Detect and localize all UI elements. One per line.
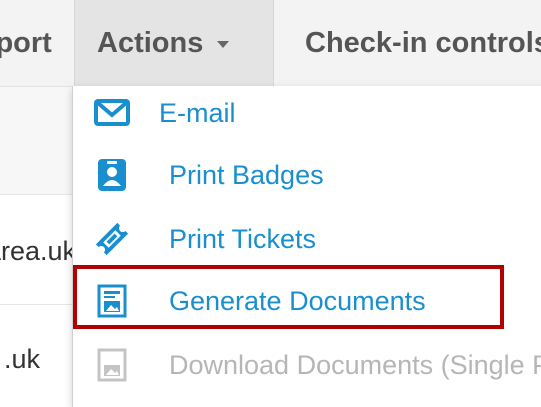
menu-item-label: Generate Documents bbox=[169, 285, 426, 316]
menu-item-generate-documents[interactable]: Generate Documents bbox=[73, 274, 541, 328]
envelope-icon bbox=[93, 94, 131, 132]
menu-item-download-documents: Download Documents (Single PDF) bbox=[73, 338, 541, 392]
checkin-label: Check-in controls bbox=[305, 26, 541, 59]
checkin-controls-menu[interactable]: Check-in controls bbox=[305, 0, 541, 86]
menu-item-label: Print Tickets bbox=[169, 223, 317, 254]
caret-down-icon bbox=[217, 41, 230, 48]
export-label: Export bbox=[0, 26, 52, 59]
app-root: area.uk .uk Export Actions Check-in cont… bbox=[0, 0, 541, 407]
menu-item-print-tickets[interactable]: Print Tickets bbox=[73, 212, 541, 266]
badge-icon bbox=[93, 156, 131, 194]
attendee-email: area.uk bbox=[0, 236, 77, 266]
actions-label: Actions bbox=[97, 26, 204, 59]
actions-menu-button[interactable]: Actions bbox=[74, 0, 274, 86]
menu-item-label: Download Documents (Single PDF) bbox=[169, 349, 541, 380]
export-menu[interactable]: Export bbox=[0, 0, 52, 86]
document-icon bbox=[93, 346, 131, 384]
menu-item-email[interactable]: E-mail bbox=[73, 86, 541, 140]
document-icon bbox=[93, 282, 131, 320]
ticket-icon bbox=[93, 220, 131, 258]
menu-item-label: E-mail bbox=[159, 97, 236, 128]
actions-dropdown: E-mail Print Badges Print Tickets Genera… bbox=[72, 86, 541, 407]
toolbar: Export Actions Check-in controls bbox=[0, 0, 541, 87]
attendee-email: .uk bbox=[4, 344, 41, 374]
menu-item-print-badges[interactable]: Print Badges bbox=[73, 148, 541, 202]
menu-item-label: Print Badges bbox=[169, 159, 324, 190]
